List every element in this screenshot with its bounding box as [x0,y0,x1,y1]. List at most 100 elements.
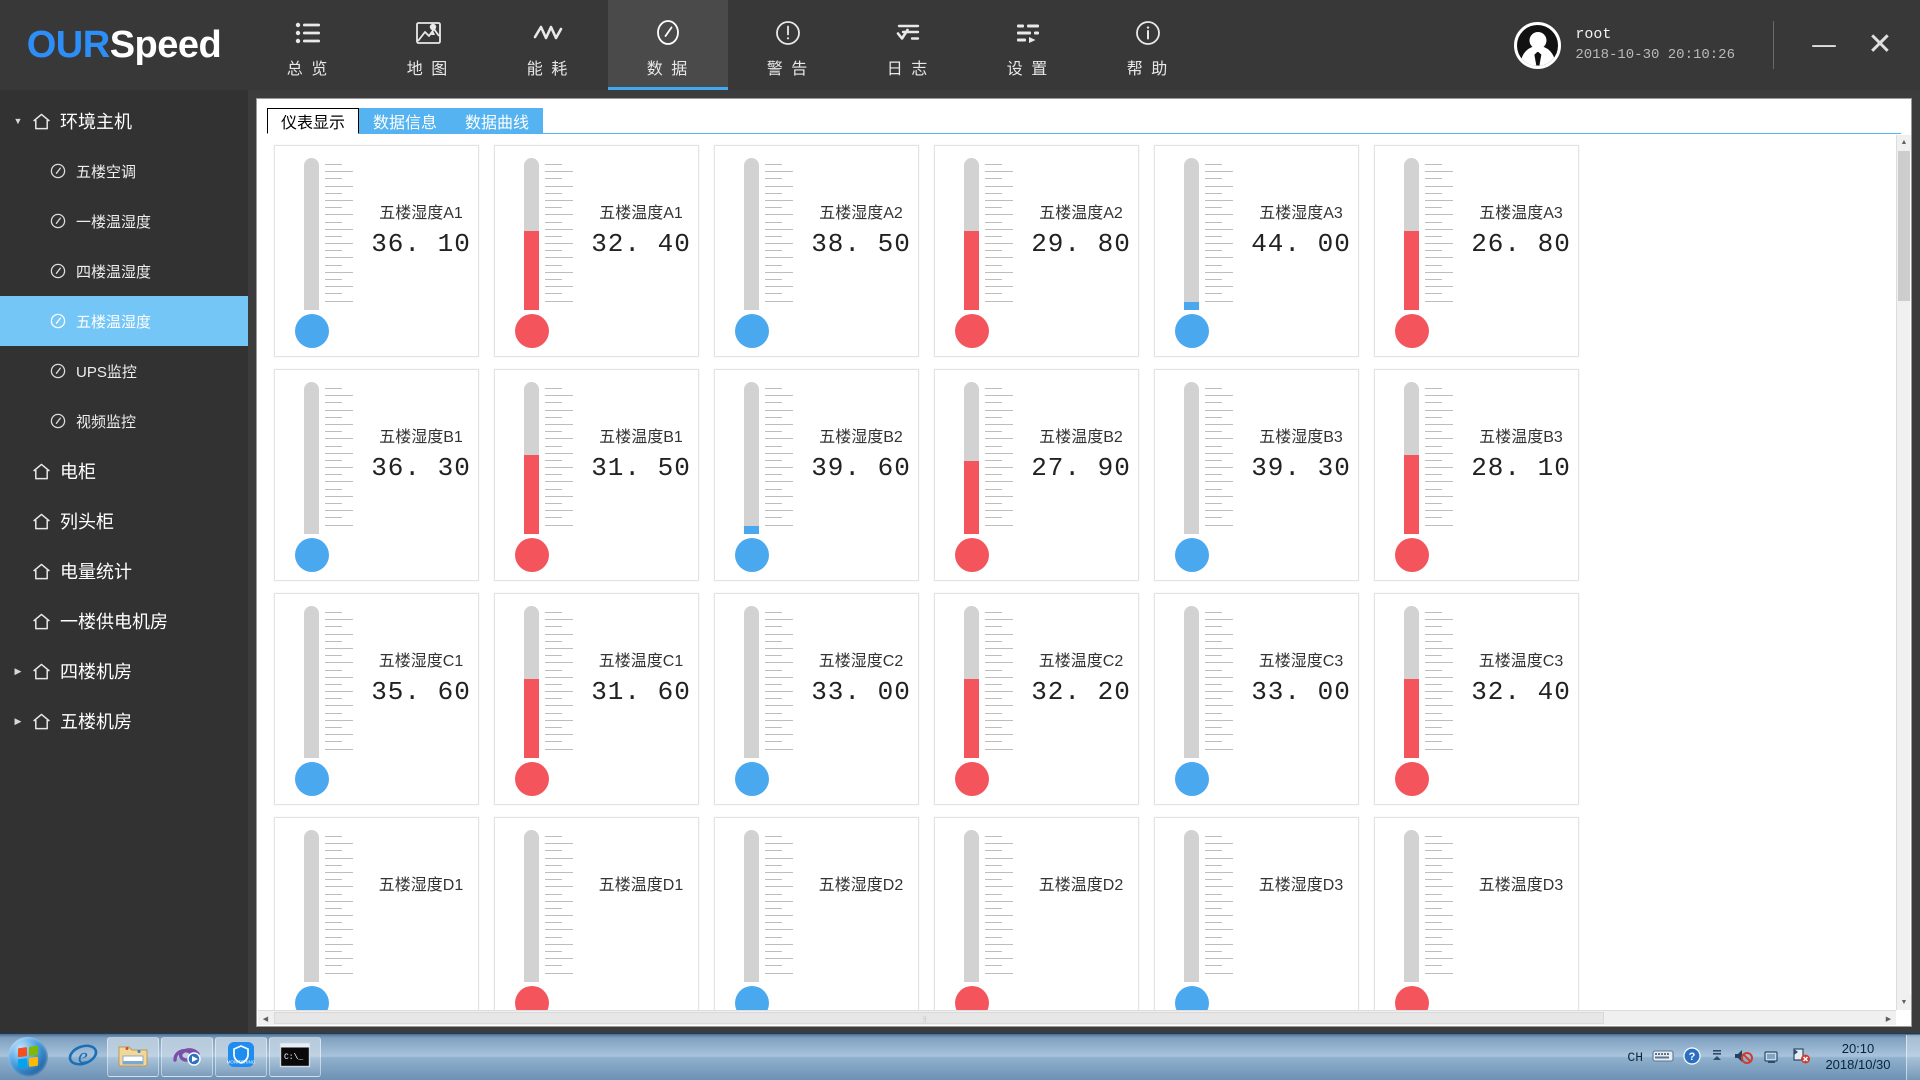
tab-data-info[interactable]: 数据信息 [359,108,452,134]
home-icon [28,713,54,730]
sidebar-item-4f-machine-room[interactable]: ▶ 四楼机房 [0,646,248,696]
minimize-button[interactable]: — [1802,32,1846,58]
taskbar-file-explorer[interactable] [107,1037,159,1077]
nav-item-map[interactable]: 地 图 [368,0,488,90]
tab-data-curve[interactable]: 数据曲线 [451,108,544,134]
taskbar-media-player[interactable] [161,1037,213,1077]
thermometer-tube [744,158,759,310]
gauge-name: 五楼湿度D2 [818,877,904,894]
sidebar-item-row-cabinet[interactable]: ▶ 列头柜 [0,496,248,546]
scroll-up-icon[interactable]: ▲ [1897,135,1911,150]
vertical-scrollbar[interactable]: ▲ ▼ [1896,135,1911,1010]
user-info: root 2018-10-30 20:10:26 [1575,25,1735,65]
nav-item-settings[interactable]: 设 置 [968,0,1088,90]
gauge-card[interactable]: 五楼温度A2 29. 80 [934,145,1139,357]
nav-item-overview[interactable]: 总 览 [248,0,368,90]
gauge-card[interactable]: 五楼温度D2 [934,817,1139,1010]
gauge-card[interactable]: 五楼温度C1 31. 60 [494,593,699,805]
sidebar-item-5f-machine-room[interactable]: ▶ 五楼机房 [0,696,248,746]
nav-item-help[interactable]: 帮 助 [1088,0,1208,90]
gauge-card[interactable]: 五楼温度D1 [494,817,699,1010]
quick-launch: e MONITORING C:\_ [61,1037,321,1077]
gauge-card[interactable]: 五楼温度D3 [1374,817,1579,1010]
gauge-card[interactable]: 五楼湿度D2 [714,817,919,1010]
gauge-card[interactable]: 五楼湿度A3 44. 00 [1154,145,1359,357]
gauge-icon [46,263,70,279]
taskbar-command-prompt[interactable]: C:\_ [269,1037,321,1077]
gauge-value: 32. 40 [591,229,691,259]
gauge-card[interactable]: 五楼温度B3 28. 10 [1374,369,1579,581]
close-button[interactable]: ✕ [1858,30,1902,60]
gauge-card[interactable]: 五楼温度C3 32. 40 [1374,593,1579,805]
show-desktop-button[interactable] [1906,1034,1920,1080]
horizontal-scroll-thumb[interactable] [274,1012,1604,1024]
vertical-scroll-thumb[interactable] [1898,151,1910,301]
taskbar-clock[interactable]: 20:10 2018/10/30 [1820,1041,1896,1073]
thermometer-icon [295,382,329,572]
avatar[interactable] [1514,21,1562,69]
thermometer-scale [1425,836,1453,986]
gauge-card[interactable]: 五楼湿度D1 [274,817,479,1010]
thermometer-icon [1175,606,1209,796]
chevron-right-icon[interactable]: ▶ [8,716,28,727]
volume-muted-icon[interactable] [1733,1047,1753,1068]
thermometer-fill [1404,230,1419,310]
gauge-card[interactable]: 五楼湿度A1 36. 10 [274,145,479,357]
horizontal-scrollbar[interactable]: ◀ ⦙⦙ ▶ [258,1010,1896,1025]
action-center-icon[interactable] [1791,1047,1811,1068]
gauge-card[interactable]: 五楼湿度B3 39. 30 [1154,369,1359,581]
chevron-up-icon[interactable] [1710,1048,1724,1067]
sidebar-item-1f-power-room[interactable]: ▶ 一楼供电机房 [0,596,248,646]
gauge-name: 五楼湿度B3 [1259,429,1343,446]
gauge-icon [46,163,70,179]
nav-item-log[interactable]: 日 志 [848,0,968,90]
gauge-card[interactable]: 五楼湿度B2 39. 60 [714,369,919,581]
chevron-right-icon[interactable]: ▶ [8,666,28,677]
start-button[interactable] [1,1035,55,1080]
keyboard-icon[interactable] [1652,1049,1674,1066]
app-logo[interactable]: OUR Speed [0,0,248,90]
sidebar-item-ups-monitor[interactable]: UPS监控 [0,346,248,396]
gauge-readout: 五楼温度B3 28. 10 [1467,426,1575,486]
chevron-down-icon[interactable]: ▼ [8,116,28,126]
sidebar-item-power-cabinet[interactable]: ▶ 电柜 [0,446,248,496]
taskbar-internet-explorer[interactable]: e [61,1037,105,1077]
gauge-value: 32. 40 [1471,677,1571,707]
tab-gauge-display[interactable]: 仪表显示 [267,108,360,134]
gauge-card[interactable]: 五楼湿度D3 [1154,817,1359,1010]
thermometer-bulb [1175,314,1209,348]
scroll-left-icon[interactable]: ◀ [258,1011,273,1026]
nav-item-energy[interactable]: 能 耗 [488,0,608,90]
sidebar-item-5f-temp-humidity[interactable]: 五楼温湿度 [0,296,248,346]
sidebar-item-power-statistics[interactable]: ▶ 电量统计 [0,546,248,596]
gauge-name: 五楼温度D2 [1038,877,1124,894]
gauge-card[interactable]: 五楼温度A1 32. 40 [494,145,699,357]
gauge-name: 五楼温度C3 [1478,653,1564,670]
nav-item-alarm[interactable]: 警 告 [728,0,848,90]
gauge-value: 36. 10 [371,229,471,259]
sidebar-item-1f-temp-humidity[interactable]: 一楼温湿度 [0,196,248,246]
sidebar-item-4f-temp-humidity[interactable]: 四楼温湿度 [0,246,248,296]
gauge-card[interactable]: 五楼温度C2 32. 20 [934,593,1139,805]
gauge-card[interactable]: 五楼温度B1 31. 50 [494,369,699,581]
gauge-card[interactable]: 五楼湿度C2 33. 00 [714,593,919,805]
nav-item-data[interactable]: 数 据 [608,0,728,90]
gauge-card[interactable]: 五楼湿度B1 36. 30 [274,369,479,581]
scroll-down-icon[interactable]: ▼ [1897,995,1911,1010]
taskbar-monitoring-app[interactable]: MONITORING [215,1037,267,1077]
gauge-value: 33. 00 [811,677,911,707]
tab-strip: 仪表显示 数据信息 数据曲线 [267,108,544,134]
help-icon[interactable]: ? [1683,1046,1701,1068]
network-icon[interactable] [1762,1047,1782,1068]
gauge-card[interactable]: 五楼温度A3 26. 80 [1374,145,1579,357]
gauge-card[interactable]: 五楼湿度A2 38. 50 [714,145,919,357]
gauge-card[interactable]: 五楼湿度C3 33. 00 [1154,593,1359,805]
gauge-card[interactable]: 五楼温度B2 27. 90 [934,369,1139,581]
sidebar-item-environment-host[interactable]: ▼ 环境主机 [0,96,248,146]
scroll-right-icon[interactable]: ▶ [1881,1011,1896,1026]
sidebar-item-video-monitor[interactable]: 视频监控 [0,396,248,446]
gauge-card[interactable]: 五楼湿度C1 35. 60 [274,593,479,805]
gauge-value: 26. 80 [1471,229,1571,259]
sidebar-item-5f-ac[interactable]: 五楼空调 [0,146,248,196]
ime-indicator[interactable]: CH [1627,1050,1643,1065]
